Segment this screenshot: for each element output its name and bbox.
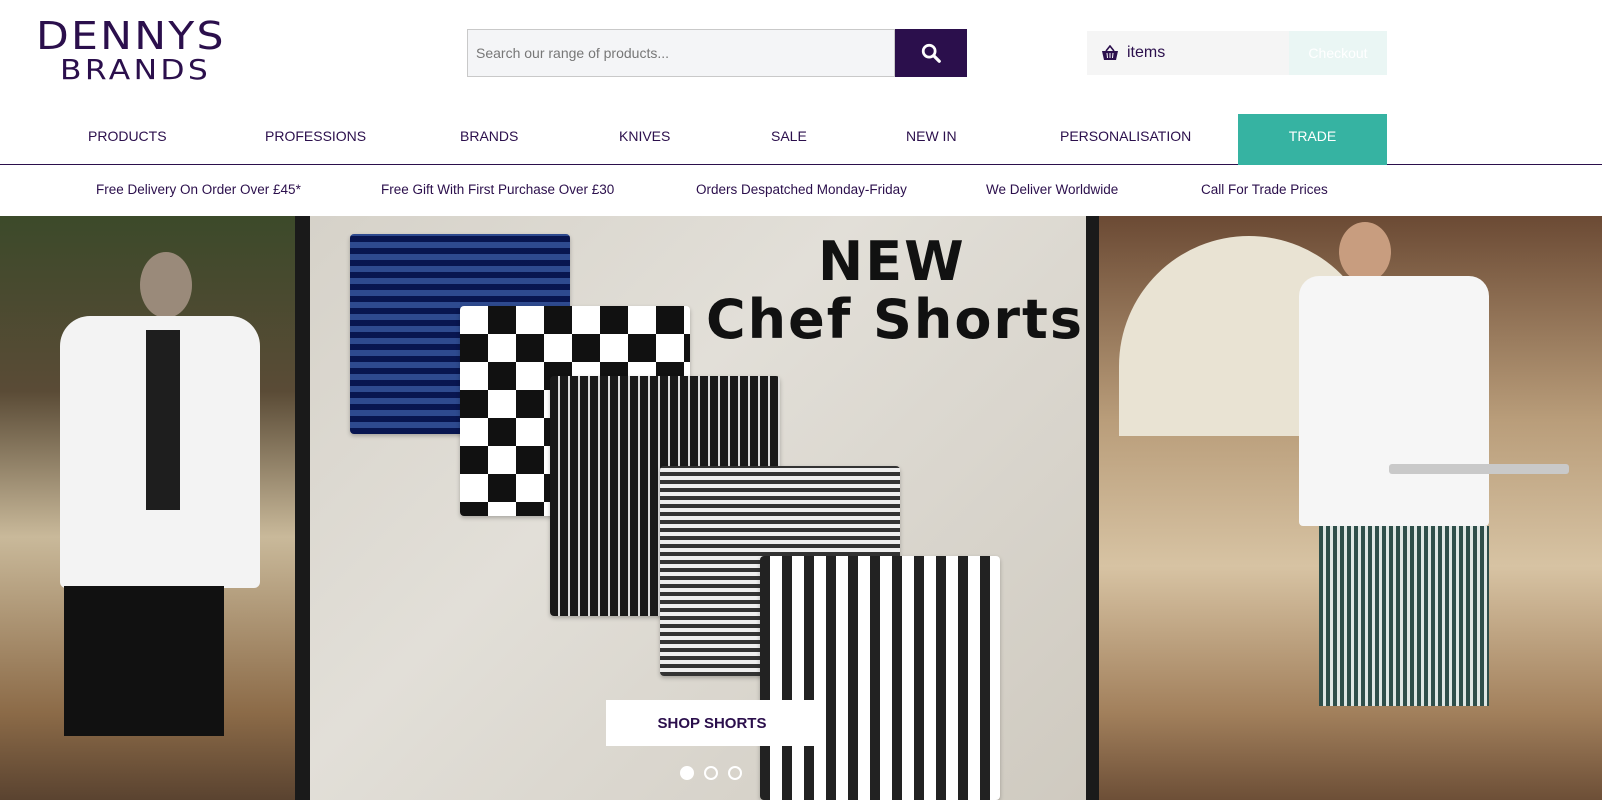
usp-trade-prices: Call For Trade Prices (1201, 182, 1328, 197)
usp-free-gift: Free Gift With First Purchase Over £30 (381, 182, 615, 197)
hero-image-left (0, 216, 295, 800)
carousel-dots (680, 766, 742, 780)
usp-worldwide: We Deliver Worldwide (986, 182, 1119, 197)
search-bar (467, 29, 967, 77)
carousel-dot-3[interactable] (728, 766, 742, 780)
nav-trade[interactable]: TRADE (1238, 114, 1387, 165)
hero-heading-line2: Chef Shorts (706, 288, 1085, 351)
checkout-button[interactable]: Checkout (1289, 31, 1387, 75)
basket-label: items (1127, 44, 1166, 61)
main-navigation: PRODUCTS PROFESSIONS BRANDS KNIVES SALE … (0, 106, 1602, 165)
site-header: DENNYS BRANDS items Checkout (0, 0, 1602, 106)
nav-brands[interactable]: BRANDS (460, 128, 518, 144)
nav-sale[interactable]: SALE (771, 128, 807, 144)
carousel-dot-2[interactable] (704, 766, 718, 780)
nav-personalisation[interactable]: PERSONALISATION (1060, 128, 1191, 144)
search-button[interactable] (895, 29, 967, 77)
nav-knives[interactable]: KNIVES (619, 128, 670, 144)
hero-heading-line1: NEW (818, 230, 966, 293)
usp-despatch: Orders Despatched Monday-Friday (696, 182, 907, 197)
logo-line-2: BRANDS (60, 53, 212, 86)
hero-banner[interactable]: NEW Chef Shorts SHOP SHORTS (0, 216, 1602, 800)
logo-line-1: DENNYS (36, 14, 226, 58)
site-logo[interactable]: DENNYS BRANDS (36, 16, 260, 86)
nav-products[interactable]: PRODUCTS (88, 128, 167, 144)
search-icon (921, 43, 941, 63)
usp-bar: Free Delivery On Order Over £45* Free Gi… (0, 165, 1602, 215)
basket-summary[interactable]: items (1087, 31, 1289, 75)
nav-professions[interactable]: PROFESSIONS (265, 128, 366, 144)
basket-icon (1102, 45, 1118, 60)
carousel-dot-1[interactable] (680, 766, 694, 780)
shop-shorts-button[interactable]: SHOP SHORTS (606, 700, 818, 746)
usp-free-delivery: Free Delivery On Order Over £45* (96, 182, 301, 197)
search-input[interactable] (467, 29, 895, 77)
hero-image-right (1099, 216, 1602, 800)
nav-new-in[interactable]: NEW IN (906, 128, 957, 144)
